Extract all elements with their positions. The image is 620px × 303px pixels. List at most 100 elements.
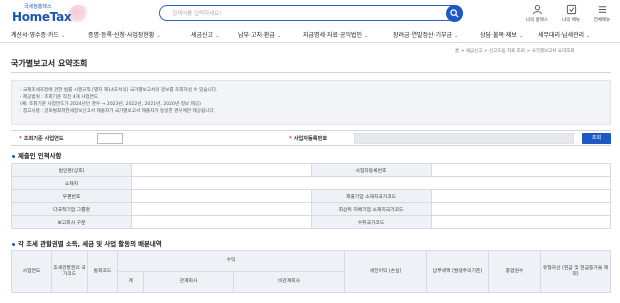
all-menu-label: 전체메뉴: [593, 18, 611, 23]
table-header-cell: 비관계회사: [232, 271, 346, 293]
chevron-down-icon: ⌄: [454, 33, 459, 39]
table-row: 우편번호 제출기업 소재지국가코드: [11, 189, 611, 203]
bizno-label-text: 사업자등록번호: [293, 136, 328, 142]
table-header-cell: 관계회사: [143, 271, 234, 293]
nav-item-payment[interactable]: 납부·고지·환급 ⌄: [238, 30, 281, 39]
year-label: * 조회기준 사업연도: [19, 135, 64, 142]
bizno-input[interactable]: [354, 133, 574, 144]
year-label-text: 조회기준 사업연도: [23, 136, 64, 142]
table-value-cell: [131, 163, 312, 177]
nav-item-label: 세무대리·납세관리: [538, 32, 585, 39]
nav-item-certificate[interactable]: 증명·등록·신청·사업장현황 ⌄: [88, 30, 161, 39]
all-menu-button[interactable]: 전체메뉴: [589, 4, 615, 23]
table-row: 소재지: [11, 176, 611, 190]
search-icon: [450, 8, 459, 18]
table-header-cell: 수익: [117, 250, 345, 272]
table-value-cell: [430, 215, 611, 229]
table-value-cell: [430, 202, 611, 216]
table-header-cell: 다국적기업 그룹명: [11, 202, 132, 216]
year-input[interactable]: [97, 133, 123, 144]
table-header-cell: 계: [116, 271, 145, 293]
nav-item-label: 증명·등록·신청·사업장현황: [88, 32, 155, 39]
nav-item-label: 상담·불복·제보: [480, 32, 517, 39]
table-header-cell: 제출기업 소재지국가코드: [310, 189, 432, 203]
submitter-info-table: 법인명(상호) 사업자등록번호 소재지 우편번호 제출기업 소재지국가코드 다국…: [11, 163, 611, 229]
chevron-down-icon: ⌄: [156, 33, 161, 39]
table-value-cell: [131, 202, 312, 216]
required-mark: *: [19, 136, 22, 142]
section-title-text: 각 조세 관할권별 소득, 세금 및 사업 활동의 배분내역: [18, 240, 162, 248]
table-header-cell: 사업연도: [11, 250, 52, 293]
mymenu-icon: [566, 4, 576, 15]
info-line: · 참고사항 : 글로벌최저한세정보신고서 제출자가 국가별보고서 제출자가 동…: [20, 109, 216, 114]
nav-item-agent[interactable]: 세무대리·납세관리 ⌄: [538, 30, 590, 39]
my-menu-button[interactable]: 나의 메뉴: [558, 4, 584, 23]
my-hometax-label: 나의 홈택스: [525, 18, 549, 23]
info-box: · 국제조세조정에 관한 법률 시행규칙 [별지 제14호서식] 국가별보고서의…: [11, 80, 611, 125]
nav-item-label: 지급명세·자료·공익법인: [303, 32, 363, 39]
nav-item-label: 계산서·영수증·카드: [11, 32, 59, 39]
nav-item-consult[interactable]: 상담·불복·제보 ⌄: [480, 30, 523, 39]
hometax-logo[interactable]: 국세청홈택스 HomeTax: [10, 3, 90, 25]
table-value-cell: [131, 189, 312, 203]
search-box[interactable]: 검색어를 입력하세요!: [159, 4, 463, 22]
logo-subtitle: 국세청홈택스: [24, 4, 52, 10]
section-title-text: 제출인 인적사항: [18, 152, 62, 160]
bullet-icon: [12, 242, 15, 246]
bizno-label: * 사업자등록번호: [289, 135, 327, 142]
required-mark: *: [289, 136, 292, 142]
section-title-allocation: 각 조세 관할권별 소득, 세금 및 사업 활동의 배분내역: [12, 239, 162, 248]
chevron-down-icon: ⌄: [364, 33, 369, 39]
table-header-cell: 납부세액 (발생주의기준): [426, 250, 489, 293]
search-submit-button[interactable]: 조회: [582, 133, 611, 144]
section-title-submitter: 제출인 인적사항: [12, 151, 61, 160]
my-menu-label: 나의 메뉴: [562, 18, 580, 23]
info-line: · 제공범위 : 조회기준 직전 4개 사업연도: [20, 95, 99, 100]
table-value-cell: [131, 176, 611, 190]
nav-item-label: 장려금·연말정산·기부금: [393, 32, 453, 39]
nav-item-tax-return[interactable]: 세금신고 ⌄: [191, 30, 219, 39]
page-title: 국가별보고서 요약조회: [11, 59, 88, 68]
table-value-cell: [430, 189, 611, 203]
nav-item-invoice[interactable]: 계산서·영수증·카드 ⌄: [11, 30, 65, 39]
header: 국세청홈택스 HomeTax 검색어를 입력하세요! 나의 홈택스 나의 메뉴: [0, 0, 620, 27]
table-header-cell: 조세관할권의 국가코드: [51, 250, 88, 293]
search-button[interactable]: [446, 4, 463, 22]
table-header-cell: 우편번호: [11, 189, 132, 203]
main-nav: 계산서·영수증·카드 ⌄ 증명·등록·신청·사업장현황 ⌄ 세금신고 ⌄ 납부·고지·…: [0, 27, 620, 43]
breadcrumb: 홈 > 세금신고 > 신고도움 자료 조회 > 국가별보고서 요약조회: [455, 49, 575, 54]
logo-title: HomeTax: [12, 10, 72, 24]
table-header-cell: 종업원수: [488, 250, 541, 293]
info-line: (예: 조회기준 사업연도가 2024년인 경우 → 2023년, 2022년,…: [20, 102, 201, 107]
table-row: 보고회사 구분 수취국가코드: [11, 215, 611, 229]
nav-item-label: 납부·고지·환급: [238, 32, 275, 39]
my-hometax-button[interactable]: 나의 홈택스: [524, 4, 550, 23]
nav-item-payment-statement[interactable]: 지급명세·자료·공익법인 ⌄: [303, 30, 368, 39]
table-header-cell: 최상위 지배기업 소재지국가코드: [310, 202, 432, 216]
nav-item-incentive[interactable]: 장려금·연말정산·기부금 ⌄: [393, 30, 458, 39]
table-value-cell: [131, 215, 312, 229]
table-header-cell: 사업자등록번호: [310, 163, 432, 177]
table-header-cell: 통화코드: [87, 250, 118, 293]
table-header-cell: 소재지: [11, 176, 132, 190]
table-header-cell: 세전이익 (손실): [344, 250, 427, 293]
table-header-cell: 보고회사 구분: [11, 215, 132, 229]
table-header-cell: 법인명(상호): [11, 163, 132, 177]
mypage-icon: [532, 5, 542, 15]
title-divider: [11, 72, 611, 73]
table-header-cell: 유형자산 (현금 및 현금등가물 제외): [540, 250, 611, 293]
chevron-down-icon: ⌄: [215, 33, 220, 39]
table-value-cell: [430, 163, 611, 177]
table-header-cell: 수취국가코드: [310, 215, 432, 229]
table-header-row: 사업연도 조세관할권의 국가코드 통화코드 수익 세전이익 (손실) 납부세액 …: [11, 250, 611, 293]
info-line: · 국제조세조정에 관한 법률 시행규칙 [별지 제14호서식] 국가별보고서의…: [20, 88, 218, 93]
allocation-table: 사업연도 조세관할권의 국가코드 통화코드 수익 세전이익 (손실) 납부세액 …: [11, 250, 611, 293]
query-bar: * 조회기준 사업연도 * 사업자등록번호 조회: [11, 130, 611, 146]
table-row: 다국적기업 그룹명 최상위 지배기업 소재지국가코드: [11, 202, 611, 216]
chevron-down-icon: ⌄: [60, 33, 66, 39]
chevron-down-icon: ⌄: [276, 33, 282, 39]
bullet-icon: [12, 154, 15, 158]
nav-item-label: 세금신고: [191, 32, 214, 39]
search-input[interactable]: 검색어를 입력하세요!: [172, 9, 222, 17]
allmenu-icon: [598, 6, 606, 13]
